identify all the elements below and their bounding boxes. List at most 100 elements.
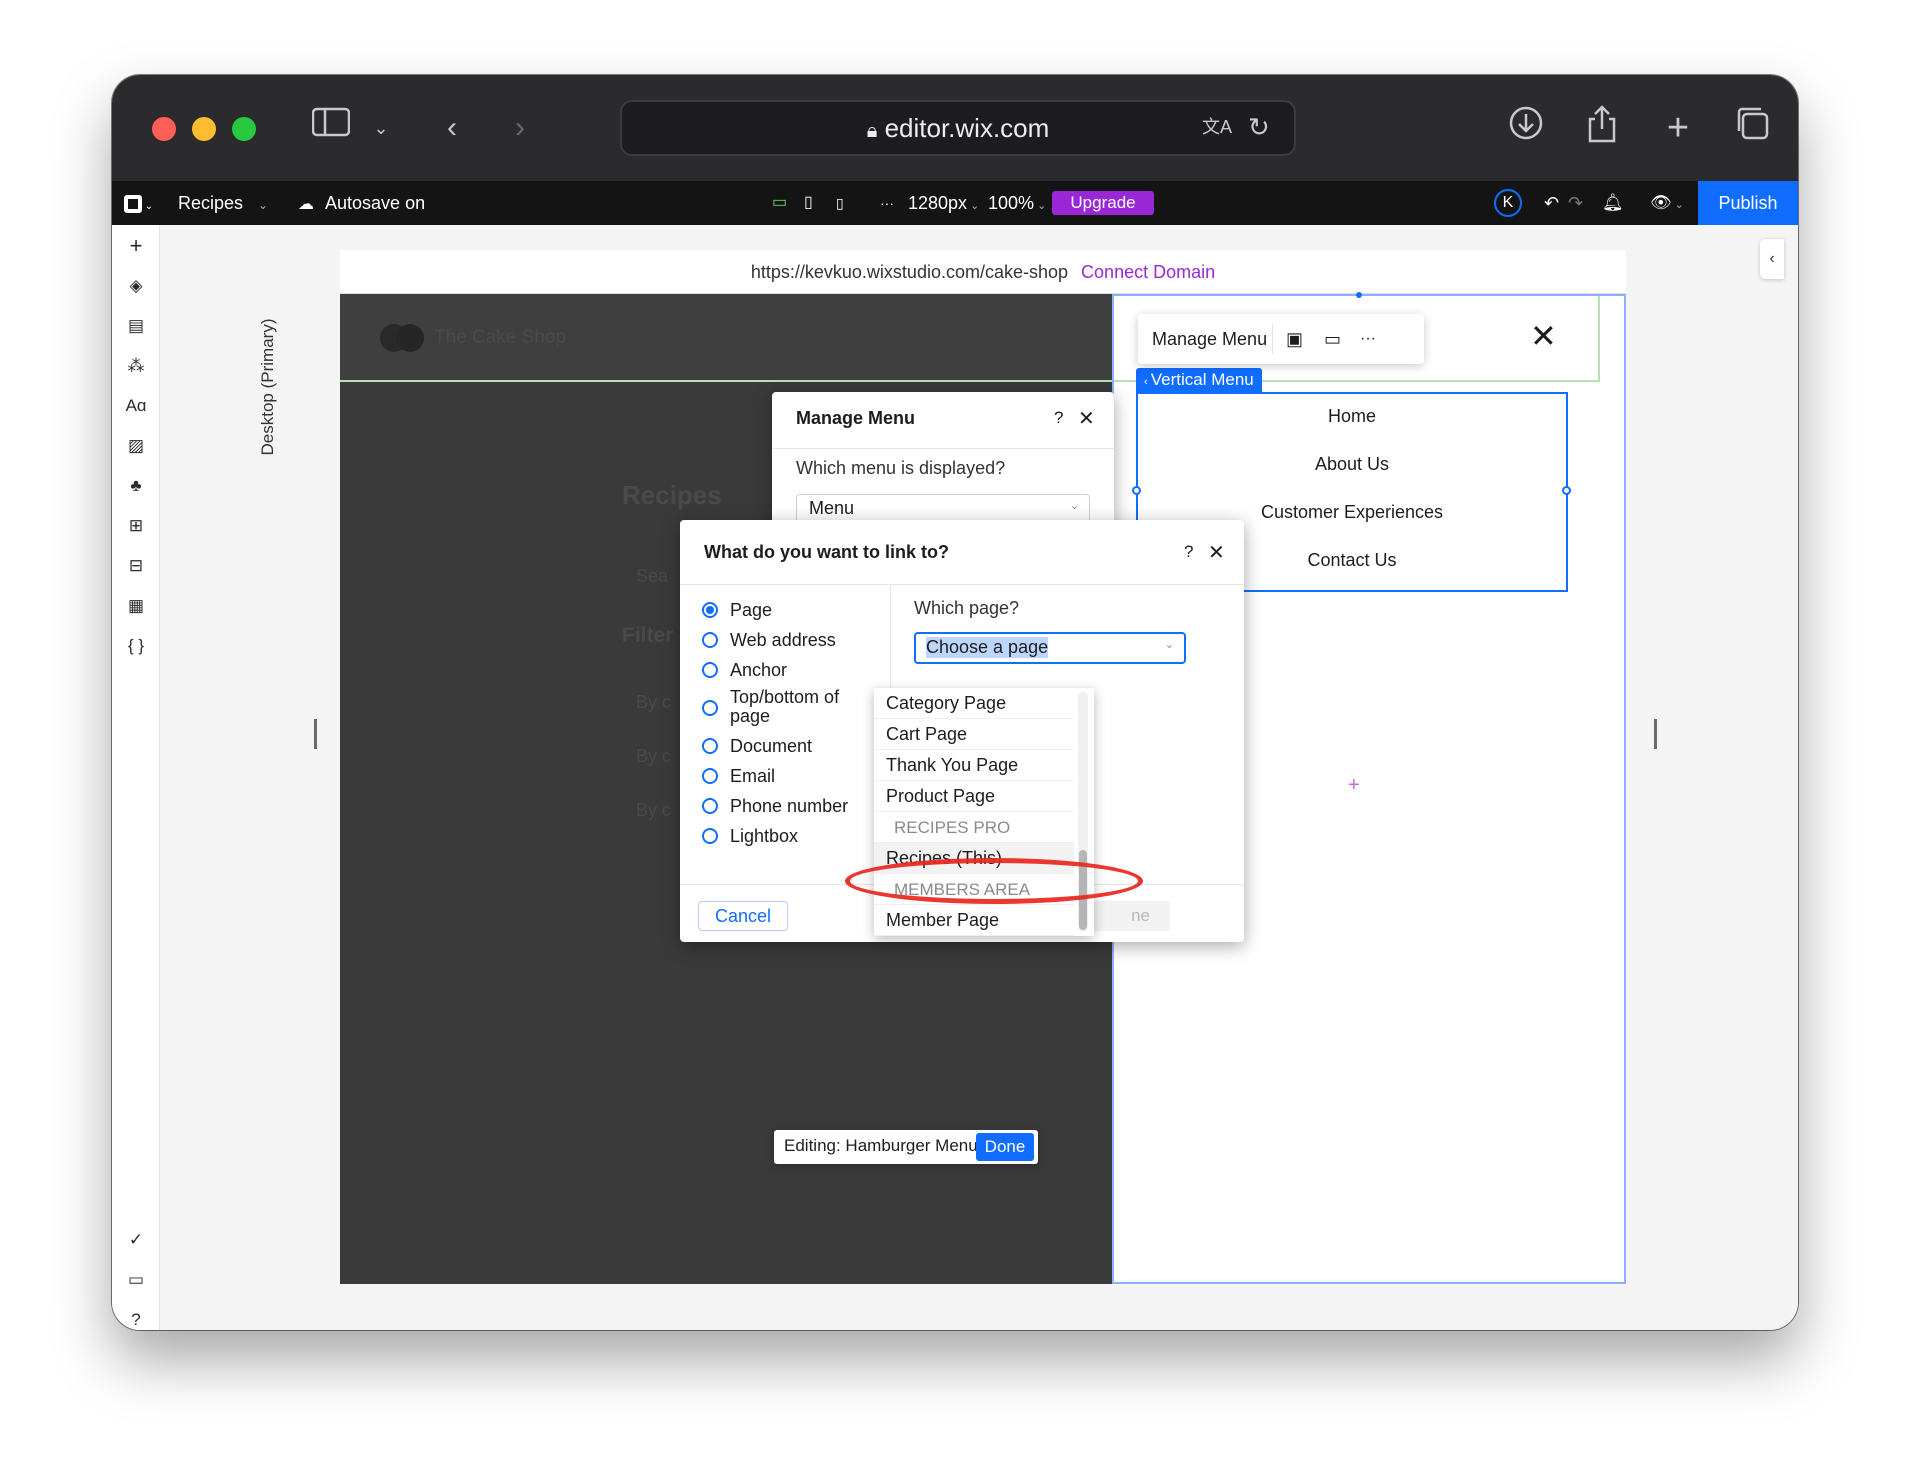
chevron-down-icon[interactable]: ⌄ — [366, 105, 396, 151]
chevron-down-icon: ⌄ — [1164, 639, 1174, 651]
close-window-button[interactable] — [152, 117, 176, 141]
filter-option-1: By c — [636, 692, 672, 712]
upgrade-button[interactable]: Upgrade — [1052, 191, 1154, 215]
close-icon[interactable]: ✕ — [1208, 540, 1225, 565]
code-icon[interactable]: { } — [112, 631, 160, 661]
radio[interactable] — [702, 700, 718, 716]
mobile-breakpoint-icon[interactable]: ▯ — [836, 181, 844, 225]
menu-item-home[interactable]: Home — [1138, 406, 1566, 427]
radio[interactable] — [702, 768, 718, 784]
left-resize-handle[interactable] — [314, 719, 317, 749]
layout-icon[interactable]: ▣ — [1286, 314, 1303, 364]
manage-menu-button[interactable]: Manage Menu — [1152, 314, 1267, 364]
chevron-down-icon: ⌄ — [1069, 500, 1079, 512]
media-icon[interactable]: ▨ — [112, 431, 160, 461]
avatar[interactable]: K — [1494, 189, 1522, 217]
add-elements-icon[interactable]: + — [112, 231, 160, 261]
link-type-label: Anchor — [730, 660, 788, 680]
site-checklist-icon[interactable]: ✓ — [112, 1225, 160, 1255]
business-apps-icon[interactable]: ⊟ — [112, 551, 160, 581]
undo-icon[interactable]: ↶ — [1544, 181, 1559, 225]
autosave-status[interactable]: ☁︎ Autosave on — [298, 181, 425, 225]
close-icon[interactable]: ✕ — [1078, 406, 1095, 431]
more-breakpoints-button[interactable]: ··· — [880, 181, 894, 225]
url-text: editor.wix.com — [884, 113, 1050, 143]
link-type-label: Phone number — [730, 796, 849, 816]
radio[interactable] — [702, 738, 718, 754]
pages-icon[interactable]: ▤ — [112, 311, 160, 341]
text-styles-icon[interactable]: Aɑ — [112, 391, 160, 421]
link-dialog-divider — [680, 584, 1244, 585]
close-panel-icon[interactable]: ✕ — [1530, 318, 1557, 354]
dropdown-option-cart-page[interactable]: Cart Page — [874, 719, 1074, 750]
apps-icon[interactable]: ⊞ — [112, 511, 160, 541]
sidebar-toggle-icon[interactable] — [308, 105, 354, 151]
menu-resize-handle-left[interactable] — [1132, 486, 1141, 495]
preview-icon[interactable]: 👁︎ ⌄ — [1650, 181, 1684, 225]
help-icon[interactable]: ? — [1184, 542, 1193, 562]
comment-icon[interactable]: ▭ — [1324, 314, 1341, 364]
redo-icon[interactable]: ↷ — [1568, 181, 1583, 225]
vertical-menu-tag[interactable]: ‹ Vertical Menu — [1136, 368, 1262, 392]
dropdown-option-thank-you-page[interactable]: Thank You Page — [874, 750, 1074, 781]
link-type-label: Document — [730, 736, 813, 756]
radio[interactable] — [702, 632, 718, 648]
page-select[interactable]: Choose a page ⌄ — [914, 632, 1186, 664]
address-bar[interactable]: 🔒︎ editor.wix.com 文A ↻ — [620, 100, 1296, 156]
zoom-select[interactable]: 100% ⌄ — [988, 181, 1046, 225]
reload-icon[interactable]: ↻ — [1248, 110, 1278, 144]
cms-icon[interactable]: ▦ — [112, 591, 160, 621]
collapse-panel-button[interactable]: ‹ — [1760, 239, 1784, 279]
add-section-icon[interactable]: + — [1348, 774, 1360, 797]
site-menu[interactable]: Recipes ⌄ — [178, 181, 268, 225]
new-tab-icon[interactable]: + — [1656, 105, 1700, 151]
canvas-width-value: 1280px — [908, 193, 968, 213]
forward-icon[interactable]: › — [502, 105, 538, 151]
share-icon[interactable] — [1580, 105, 1624, 151]
download-icon[interactable] — [1504, 105, 1548, 151]
back-icon[interactable]: ‹ — [434, 105, 470, 151]
radio[interactable] — [702, 828, 718, 844]
link-type-label: Top/bottom of page — [730, 687, 840, 726]
comments-icon[interactable]: ▭ — [112, 1265, 160, 1295]
page-canvas[interactable]: The Cake Shop Recipes Sea Filter By c By… — [340, 292, 1626, 1284]
done-editing-button[interactable]: Done — [976, 1133, 1034, 1161]
tab-overview-icon[interactable] — [1730, 105, 1774, 151]
layers-icon[interactable]: ◈ — [112, 271, 160, 301]
site-url: https://kevkuo.wixstudio.com/cake-shop — [750, 262, 1069, 282]
desktop-breakpoint-icon[interactable]: ▭ — [772, 181, 787, 225]
notifications-icon[interactable]: 🔔︎ — [1602, 181, 1624, 225]
editing-bar: Editing: Hamburger Menu Done — [774, 1130, 1038, 1164]
radio[interactable] — [702, 662, 718, 678]
toolbar-divider — [1272, 324, 1273, 354]
which-menu-label: Which menu is displayed? — [796, 458, 1006, 478]
dropdown-option-product-page[interactable]: Product Page — [874, 781, 1074, 812]
editor-stage: ‹ Desktop (Primary) https://kevkuo.wixst… — [160, 225, 1798, 1330]
page-heading: Recipes — [622, 480, 722, 510]
dropdown-option-category-page[interactable]: Category Page — [874, 688, 1074, 719]
publish-button[interactable]: Publish — [1698, 181, 1798, 225]
translate-icon[interactable]: 文A — [1202, 112, 1238, 142]
more-actions-button[interactable]: ··· — [1360, 314, 1376, 364]
radio-selected[interactable] — [702, 602, 718, 618]
cancel-button[interactable]: Cancel — [698, 901, 788, 931]
components-icon[interactable]: ♣ — [112, 471, 160, 501]
right-resize-handle[interactable] — [1654, 719, 1657, 749]
help-icon[interactable]: ? — [112, 1305, 160, 1330]
minimize-window-button[interactable] — [192, 117, 216, 141]
tablet-breakpoint-icon[interactable]: ▯ — [804, 181, 813, 225]
radio[interactable] — [702, 798, 718, 814]
site-structure-icon[interactable]: ⁂ — [112, 351, 160, 381]
wix-logo-icon[interactable]: ⌄ — [124, 181, 158, 225]
site-header[interactable]: The Cake Shop — [340, 294, 1112, 382]
menu-resize-handle-right[interactable] — [1562, 486, 1571, 495]
menu-item-about-us[interactable]: About Us — [1138, 454, 1566, 475]
manage-menu-dialog: Manage Menu ? ✕ Which menu is displayed?… — [772, 392, 1114, 540]
help-icon[interactable]: ? — [1054, 408, 1063, 428]
dropdown-option-member-page[interactable]: Member Page — [874, 905, 1074, 936]
connect-domain-link[interactable]: Connect Domain — [1081, 262, 1215, 282]
breakpoint-label: Desktop (Primary) — [252, 293, 282, 493]
canvas-width-select[interactable]: 1280px ⌄ — [908, 181, 979, 225]
zoom-window-button[interactable] — [232, 117, 256, 141]
which-page-label: Which page? — [914, 598, 1020, 618]
